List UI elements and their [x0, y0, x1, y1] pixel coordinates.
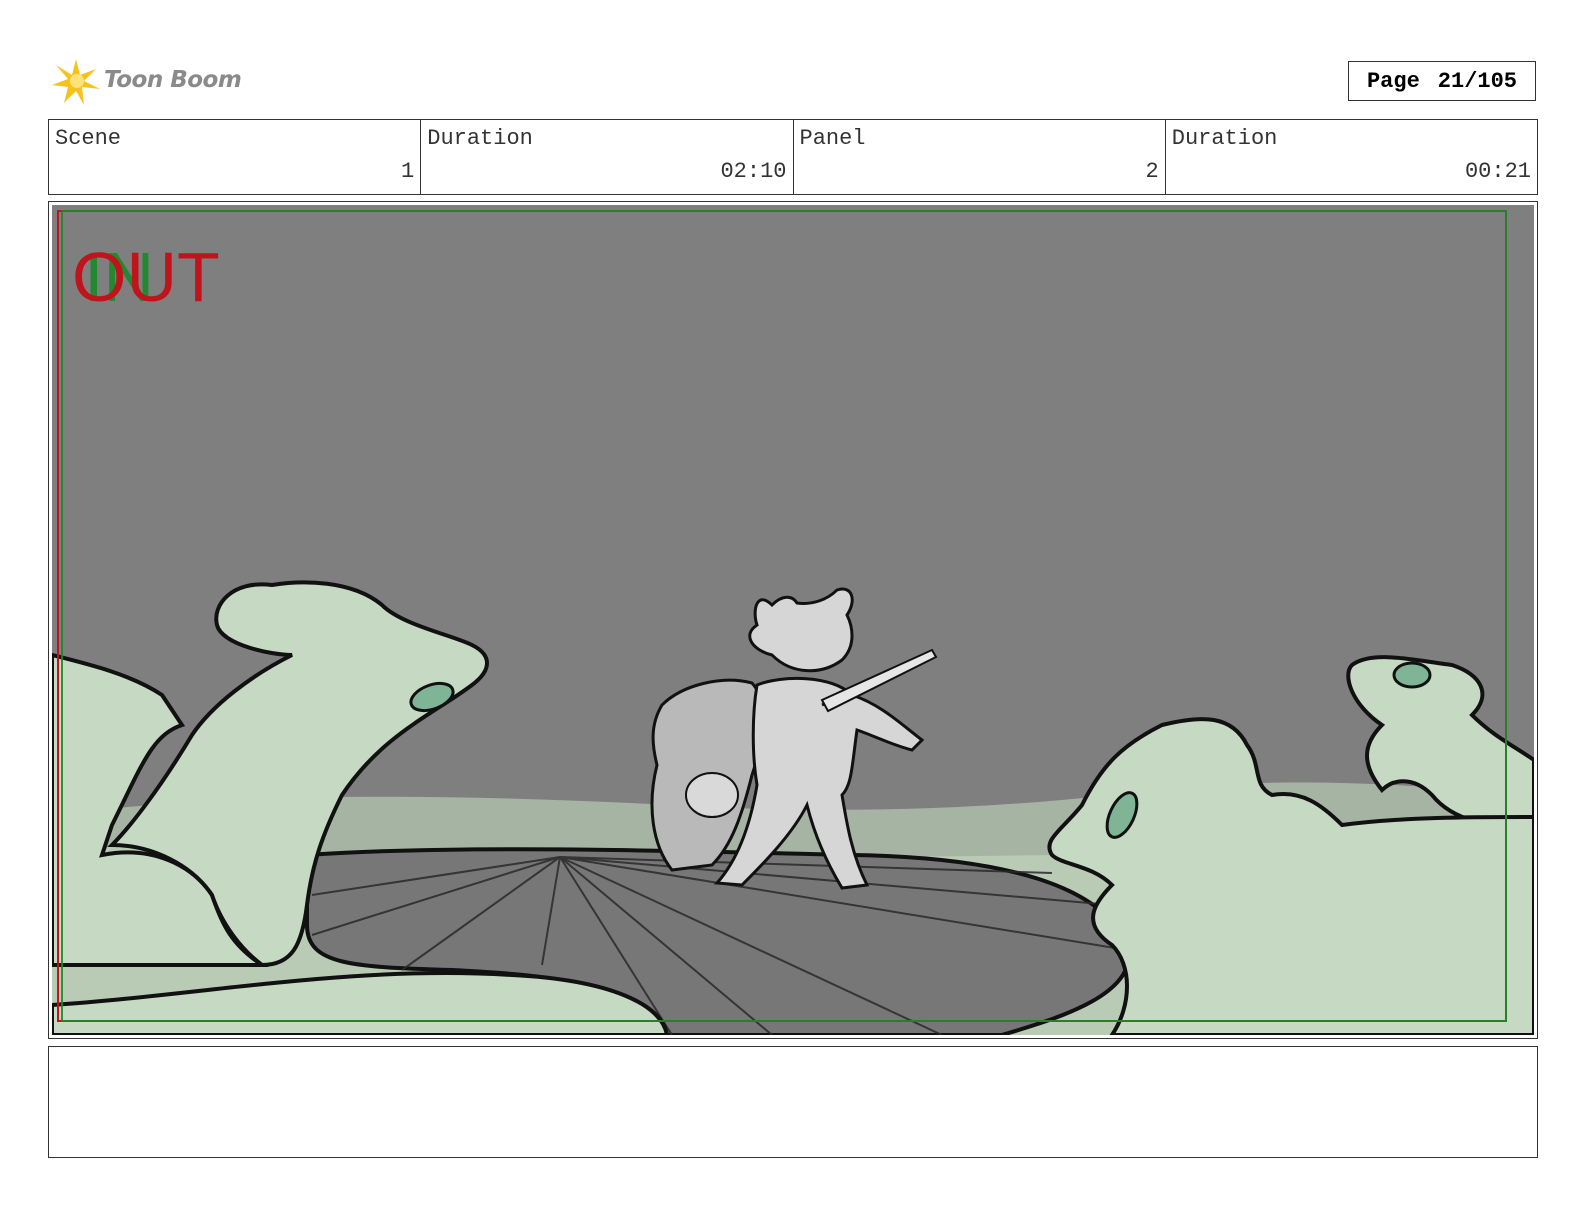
scene-duration-cell: Duration 02:10	[421, 120, 794, 194]
page-label: Page	[1366, 68, 1420, 94]
panel-duration-value: 00:21	[1464, 159, 1531, 184]
scene-duration-value: 02:10	[720, 159, 787, 184]
scene-duration-label: Duration	[427, 126, 533, 151]
page-number: 21/105	[1437, 68, 1518, 94]
panel-cell: Panel 2	[794, 120, 1166, 194]
storyboard-panel: IN OUT	[48, 201, 1538, 1039]
right-rock-eye	[1392, 661, 1432, 689]
scene-value: 1	[401, 159, 415, 184]
toon-boom-logo: Toon Boom	[50, 55, 250, 107]
page-indicator: Page 21/105	[1348, 61, 1536, 101]
panel-label: Panel	[799, 126, 866, 151]
panel-drawing: IN OUT	[52, 205, 1534, 1035]
panel-value: 2	[1145, 159, 1159, 184]
scene-cell: Scene 1	[49, 120, 422, 194]
panel-duration-label: Duration	[1171, 126, 1278, 151]
logo-wordmark: Toon Boom	[104, 67, 242, 93]
scene-info-table: Scene 1 Duration 02:10 Panel 2 Duration …	[48, 119, 1538, 195]
out-marker: OUT	[72, 238, 220, 316]
panel-notes	[48, 1046, 1538, 1158]
scene-label: Scene	[55, 126, 122, 151]
starburst-icon	[52, 59, 100, 105]
panel-duration-cell: Duration 00:21	[1166, 120, 1537, 194]
